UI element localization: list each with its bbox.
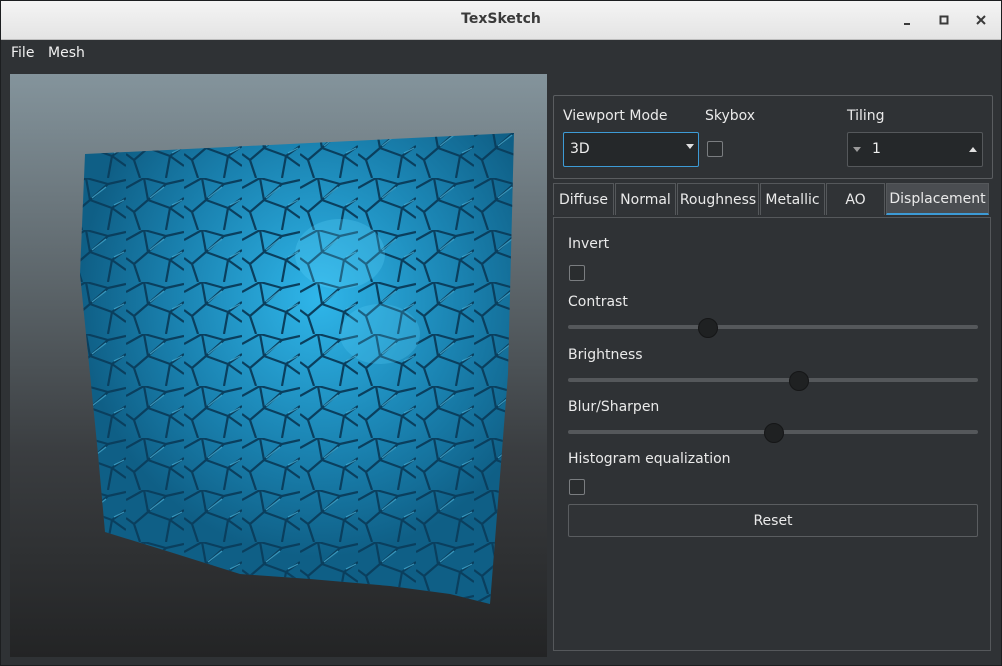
tab-displacement[interactable]: Displacement: [886, 183, 989, 215]
increment-icon[interactable]: [969, 147, 977, 152]
skybox-checkbox[interactable]: [707, 141, 723, 157]
title-bar: TexSketch: [1, 1, 1001, 40]
tab-normal[interactable]: Normal: [615, 183, 676, 215]
minimize-icon: [904, 23, 910, 25]
chevron-down-icon: [686, 144, 694, 149]
tiling-spinbox[interactable]: 1: [847, 132, 983, 167]
3d-viewport[interactable]: [10, 74, 547, 657]
viewport-mode-select[interactable]: 3D: [563, 132, 699, 167]
maximize-icon: [939, 15, 949, 25]
brightness-track: [568, 378, 978, 382]
window-title: TexSketch: [461, 11, 541, 27]
maximize-button[interactable]: [933, 9, 955, 31]
skybox-label: Skybox: [705, 108, 756, 124]
tab-metallic[interactable]: Metallic: [760, 183, 825, 215]
brightness-slider[interactable]: [568, 370, 978, 391]
close-button[interactable]: [970, 9, 992, 31]
invert-checkbox[interactable]: [569, 265, 585, 281]
minimize-button[interactable]: [896, 9, 918, 31]
histogram-equalization-checkbox[interactable]: [569, 479, 585, 495]
blur-sharpen-slider[interactable]: [568, 422, 978, 443]
texture-tabs: Diffuse Normal Roughness Metallic AO Dis…: [553, 183, 991, 216]
tiling-label: Tiling: [847, 108, 885, 124]
blur-sharpen-handle[interactable]: [764, 423, 784, 443]
viewport-settings-group: Viewport Mode 3D Skybox Tiling 1: [553, 95, 993, 179]
menu-bar: File Mesh: [1, 40, 1001, 68]
menu-mesh[interactable]: Mesh: [48, 45, 85, 61]
contrast-handle[interactable]: [698, 318, 719, 338]
close-icon: [976, 15, 986, 25]
displacement-tab-page: Invert Contrast Brightness Blur/Sharpen …: [553, 217, 991, 651]
contrast-slider[interactable]: [568, 317, 978, 338]
app-window: TexSketch File Mesh Viewport Mode 3D Sky…: [0, 0, 1002, 666]
tiling-value: 1: [872, 141, 881, 157]
menu-file[interactable]: File: [11, 45, 34, 61]
contrast-label: Contrast: [568, 294, 628, 310]
brightness-handle[interactable]: [788, 371, 809, 391]
viewport-mode-value: 3D: [570, 141, 590, 157]
invert-label: Invert: [568, 236, 610, 252]
mesh-preview: [80, 133, 514, 604]
tab-roughness[interactable]: Roughness: [677, 183, 759, 215]
contrast-track: [568, 325, 978, 329]
properties-panel: Viewport Mode 3D Skybox Tiling 1 Diffuse…: [553, 95, 993, 651]
reset-button[interactable]: Reset: [568, 504, 978, 537]
tab-ao[interactable]: AO: [826, 183, 885, 215]
viewport-mode-label: Viewport Mode: [563, 108, 668, 124]
tab-diffuse[interactable]: Diffuse: [553, 183, 614, 215]
histogram-equalization-label: Histogram equalization: [568, 451, 731, 467]
decrement-icon[interactable]: [853, 147, 861, 152]
brightness-label: Brightness: [568, 347, 643, 363]
blur-sharpen-label: Blur/Sharpen: [568, 399, 660, 415]
